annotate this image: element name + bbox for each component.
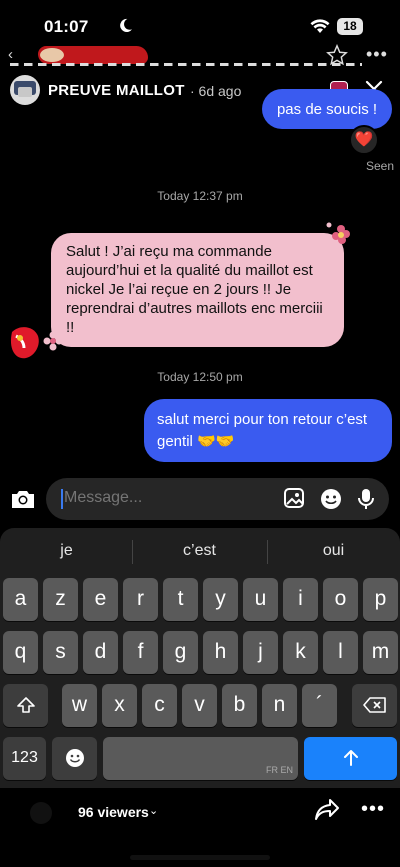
key[interactable]: k: [283, 631, 318, 674]
battery-indicator: 18: [337, 18, 363, 35]
status-time: 01:07: [44, 17, 89, 36]
key[interactable]: e: [83, 578, 118, 621]
share-icon[interactable]: [314, 798, 340, 822]
key[interactable]: w: [62, 684, 97, 727]
key[interactable]: j: [243, 631, 278, 674]
story-progress-bar: [10, 63, 362, 66]
chevron-left-icon[interactable]: ‹: [8, 46, 13, 63]
key[interactable]: x: [102, 684, 137, 727]
story-header: ‹ •••: [0, 44, 400, 70]
key[interactable]: q: [3, 631, 38, 674]
viewer-avatar: [30, 802, 52, 824]
key[interactable]: u: [243, 578, 278, 621]
suggestion-3[interactable]: oui: [267, 542, 400, 560]
shift-key[interactable]: [3, 684, 48, 727]
camera-icon[interactable]: [10, 486, 36, 512]
key[interactable]: d: [83, 631, 118, 674]
key[interactable]: l: [323, 631, 358, 674]
key[interactable]: z: [43, 578, 78, 621]
story-username[interactable]: PREUVE MAILLOT: [48, 82, 185, 99]
key[interactable]: ´: [302, 684, 337, 727]
space-language-label: FR EN: [266, 765, 293, 775]
gallery-icon[interactable]: [283, 487, 307, 511]
status-bar: 01:07 18: [0, 0, 400, 44]
key[interactable]: y: [203, 578, 238, 621]
backspace-key[interactable]: [352, 684, 397, 727]
suggestion-1[interactable]: je: [0, 542, 133, 560]
text-caret: [61, 489, 63, 509]
key[interactable]: i: [283, 578, 318, 621]
message-timestamp: Today 12:37 pm: [157, 189, 243, 203]
flower-sticker-icon: [326, 222, 350, 244]
viewers-count[interactable]: 96 viewers: [78, 804, 149, 820]
moon-icon: [120, 18, 133, 33]
numbers-key[interactable]: 123: [3, 737, 46, 780]
key[interactable]: s: [43, 631, 78, 674]
message-bubble-outgoing[interactable]: salut merci pour ton retour c’est gentil…: [144, 399, 392, 462]
key[interactable]: m: [363, 631, 398, 674]
space-key[interactable]: FR EN: [103, 737, 298, 780]
message-bubble-outgoing[interactable]: pas de soucis !: [262, 89, 392, 129]
suggestion-2[interactable]: c’est: [133, 542, 266, 560]
key[interactable]: g: [163, 631, 198, 674]
avatar[interactable]: [10, 75, 40, 105]
key[interactable]: r: [123, 578, 158, 621]
home-indicator: [130, 855, 270, 860]
emoji-icon: [65, 749, 84, 767]
story-sticker-detail: [40, 48, 64, 62]
story-posted-ago: · 6d ago: [190, 83, 242, 99]
sticker-icon[interactable]: [319, 487, 343, 511]
emoji-key[interactable]: [52, 737, 97, 780]
key[interactable]: c: [142, 684, 177, 727]
sender-avatar[interactable]: [6, 322, 42, 362]
more-options-icon[interactable]: •••: [366, 44, 388, 65]
key[interactable]: a: [3, 578, 38, 621]
microphone-icon[interactable]: [354, 487, 378, 511]
send-arrow-icon: [343, 750, 358, 766]
message-input[interactable]: [64, 489, 264, 507]
key[interactable]: p: [363, 578, 398, 621]
message-timestamp: Today 12:50 pm: [157, 370, 243, 384]
star-icon[interactable]: [326, 44, 348, 66]
key[interactable]: t: [163, 578, 198, 621]
shift-icon: [16, 697, 35, 713]
backspace-icon: [362, 697, 386, 713]
chevron-down-icon[interactable]: ⌄: [149, 804, 158, 817]
key[interactable]: f: [123, 631, 158, 674]
key[interactable]: n: [262, 684, 297, 727]
flower-sticker-icon: [43, 331, 63, 351]
message-bubble-incoming[interactable]: Salut ! J’ai reçu ma commande aujourd’hu…: [51, 233, 344, 347]
key[interactable]: o: [323, 578, 358, 621]
send-key[interactable]: [304, 737, 397, 780]
key[interactable]: b: [222, 684, 257, 727]
wifi-icon: [310, 19, 330, 33]
seen-indicator: Seen: [366, 159, 395, 173]
key[interactable]: h: [203, 631, 238, 674]
more-options-icon[interactable]: •••: [361, 798, 385, 821]
heart-reaction[interactable]: ❤️: [349, 125, 379, 155]
message-composer[interactable]: [46, 478, 389, 520]
key[interactable]: v: [182, 684, 217, 727]
